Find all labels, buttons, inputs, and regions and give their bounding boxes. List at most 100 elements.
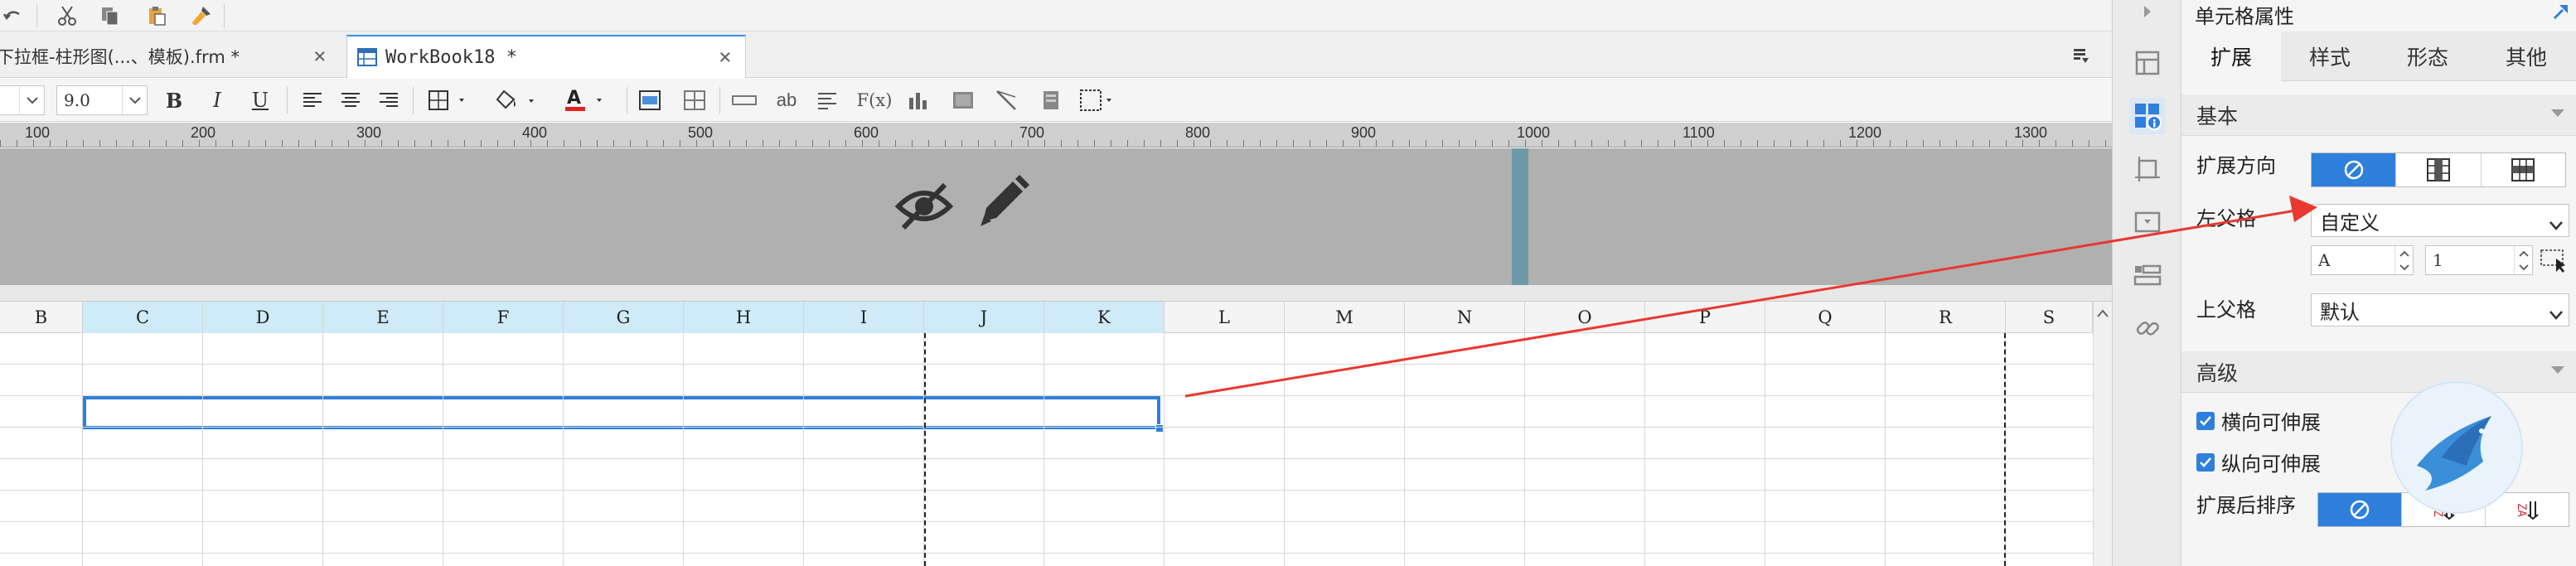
split-cells-icon[interactable] <box>681 85 708 115</box>
align-center-icon[interactable] <box>338 85 363 115</box>
tab-other[interactable]: 其他 <box>2477 31 2576 81</box>
underline-button[interactable]: U <box>249 85 272 115</box>
tab-expand[interactable]: 扩展 <box>2181 31 2281 81</box>
tab-list-menu-icon[interactable] <box>2069 43 2094 68</box>
column-header-d[interactable]: D <box>203 302 323 333</box>
ruler-tick <box>265 140 266 147</box>
ruler-tick <box>1326 140 1327 147</box>
column-header-o[interactable]: O <box>1525 302 1645 333</box>
slash-icon[interactable] <box>993 85 1019 115</box>
fill-handle[interactable] <box>1155 424 1164 433</box>
cell-attribute-icon[interactable] <box>2129 98 2166 134</box>
copy-icon[interactable] <box>98 3 123 28</box>
vertical-expandable-checkbox[interactable]: 纵向可伸展 <box>2196 447 2321 477</box>
grid-column-line <box>322 333 323 566</box>
image-icon[interactable] <box>950 85 976 115</box>
horizontal-expandable-checkbox[interactable]: 横向可伸展 <box>2196 406 2321 435</box>
column-header-r[interactable]: R <box>1886 302 2006 333</box>
undo-icon[interactable] <box>0 3 25 28</box>
vertical-expandable-label: 纵向可伸展 <box>2221 453 2321 476</box>
formula-button[interactable]: F(x) <box>857 85 893 115</box>
ruler-tick <box>0 140 1 147</box>
stepper-icon[interactable] <box>2514 246 2532 274</box>
chart-icon[interactable] <box>905 85 932 115</box>
grid-row-line <box>0 490 2093 491</box>
column-header-h[interactable]: H <box>684 302 804 333</box>
grid-column-line <box>683 333 684 566</box>
sheet-grid[interactable] <box>0 333 2093 566</box>
italic-button[interactable]: I <box>206 85 229 115</box>
pick-cell-icon[interactable] <box>2540 247 2568 273</box>
top-parent-select[interactable]: 默认 <box>2311 293 2569 327</box>
font-color-icon[interactable]: A <box>560 85 615 115</box>
widget-icon[interactable] <box>2129 204 2166 240</box>
section-basic[interactable]: 基本 <box>2181 94 2576 136</box>
tab-frm-template[interactable]: 下拉框-柱形图(...、模板).frm * × <box>0 35 337 78</box>
ruler-tick <box>83 140 84 147</box>
text-field-icon[interactable] <box>731 85 758 115</box>
column-header-f[interactable]: F <box>443 302 564 333</box>
column-header-q[interactable]: Q <box>1765 302 1886 333</box>
hidden-eye-icon[interactable] <box>894 177 954 235</box>
insert-float-icon[interactable] <box>1077 85 1121 115</box>
left-parent-row-value: 1 <box>2433 250 2443 270</box>
no-sort-option[interactable] <box>2318 493 2402 526</box>
tab-form[interactable]: 形态 <box>2379 31 2477 81</box>
left-parent-col-value: A <box>2318 250 2331 270</box>
no-expand-option[interactable] <box>2312 153 2397 186</box>
cell-element-icon[interactable] <box>2129 45 2166 81</box>
column-header-k[interactable]: K <box>1044 302 1165 333</box>
tab-workbook18[interactable]: WorkBook18 * × <box>346 35 746 78</box>
stepper-icon[interactable] <box>2394 246 2413 274</box>
assistant-bird-icon[interactable] <box>2390 381 2523 514</box>
ruler-tick <box>514 140 515 147</box>
column-header-s[interactable]: S <box>2006 302 2093 333</box>
chevron-down-icon <box>2549 214 2564 237</box>
paste-icon[interactable] <box>144 3 169 28</box>
pin-panel-icon[interactable] <box>2551 2 2571 22</box>
toolbar-separator <box>224 4 225 27</box>
column-header-l[interactable]: L <box>1165 302 1285 333</box>
column-header-j[interactable]: J <box>924 302 1044 333</box>
float-element-icon[interactable] <box>2129 151 2166 187</box>
font-family-select[interactable] <box>0 85 45 115</box>
border-icon[interactable] <box>424 85 474 115</box>
hyperlink-icon[interactable] <box>2129 310 2166 346</box>
grid-column-line <box>1284 333 1285 566</box>
edit-pencil-icon[interactable] <box>976 173 1029 230</box>
left-parent-select[interactable]: 自定义 <box>2311 204 2569 237</box>
align-left-icon[interactable] <box>300 85 325 115</box>
align-right-icon[interactable] <box>376 85 401 115</box>
column-header-e[interactable]: E <box>323 302 443 333</box>
sub-report-icon[interactable] <box>1039 85 1063 115</box>
vertical-expand-option[interactable] <box>2396 153 2482 186</box>
column-header-g[interactable]: G <box>564 302 684 333</box>
property-icon-strip <box>2112 0 2181 566</box>
horizontal-expand-option[interactable] <box>2482 153 2565 186</box>
column-header-n[interactable]: N <box>1405 302 1525 333</box>
column-header-i[interactable]: I <box>804 302 924 333</box>
bold-button[interactable]: B <box>162 85 186 115</box>
rich-text-icon[interactable] <box>814 85 840 115</box>
column-header-c[interactable]: C <box>83 302 203 333</box>
left-parent-row-input[interactable]: 1 <box>2425 245 2533 275</box>
grid-column-line <box>1885 333 1886 566</box>
format-painter-icon[interactable] <box>189 3 214 28</box>
close-icon[interactable]: × <box>719 45 732 70</box>
merge-cells-icon[interactable] <box>637 85 663 115</box>
close-icon[interactable]: × <box>313 44 327 69</box>
tab-style[interactable]: 样式 <box>2281 31 2379 81</box>
condition-attribute-icon[interactable] <box>2129 257 2166 293</box>
left-parent-column-input[interactable]: A <box>2311 245 2414 275</box>
cut-icon[interactable] <box>55 3 80 28</box>
text-element-button[interactable]: ab <box>772 85 801 115</box>
font-size-select[interactable]: 9.0 <box>56 85 148 115</box>
column-header-b[interactable]: B <box>0 302 83 333</box>
vertical-scrollbar[interactable] <box>2093 302 2112 566</box>
fill-color-icon[interactable] <box>492 85 547 115</box>
column-header-m[interactable]: M <box>1285 302 1405 333</box>
collapse-arrow-icon[interactable] <box>2129 0 2166 30</box>
ruler-tick <box>1210 140 1211 147</box>
column-header-p[interactable]: P <box>1645 302 1765 333</box>
selected-cell-range[interactable] <box>83 396 1160 429</box>
